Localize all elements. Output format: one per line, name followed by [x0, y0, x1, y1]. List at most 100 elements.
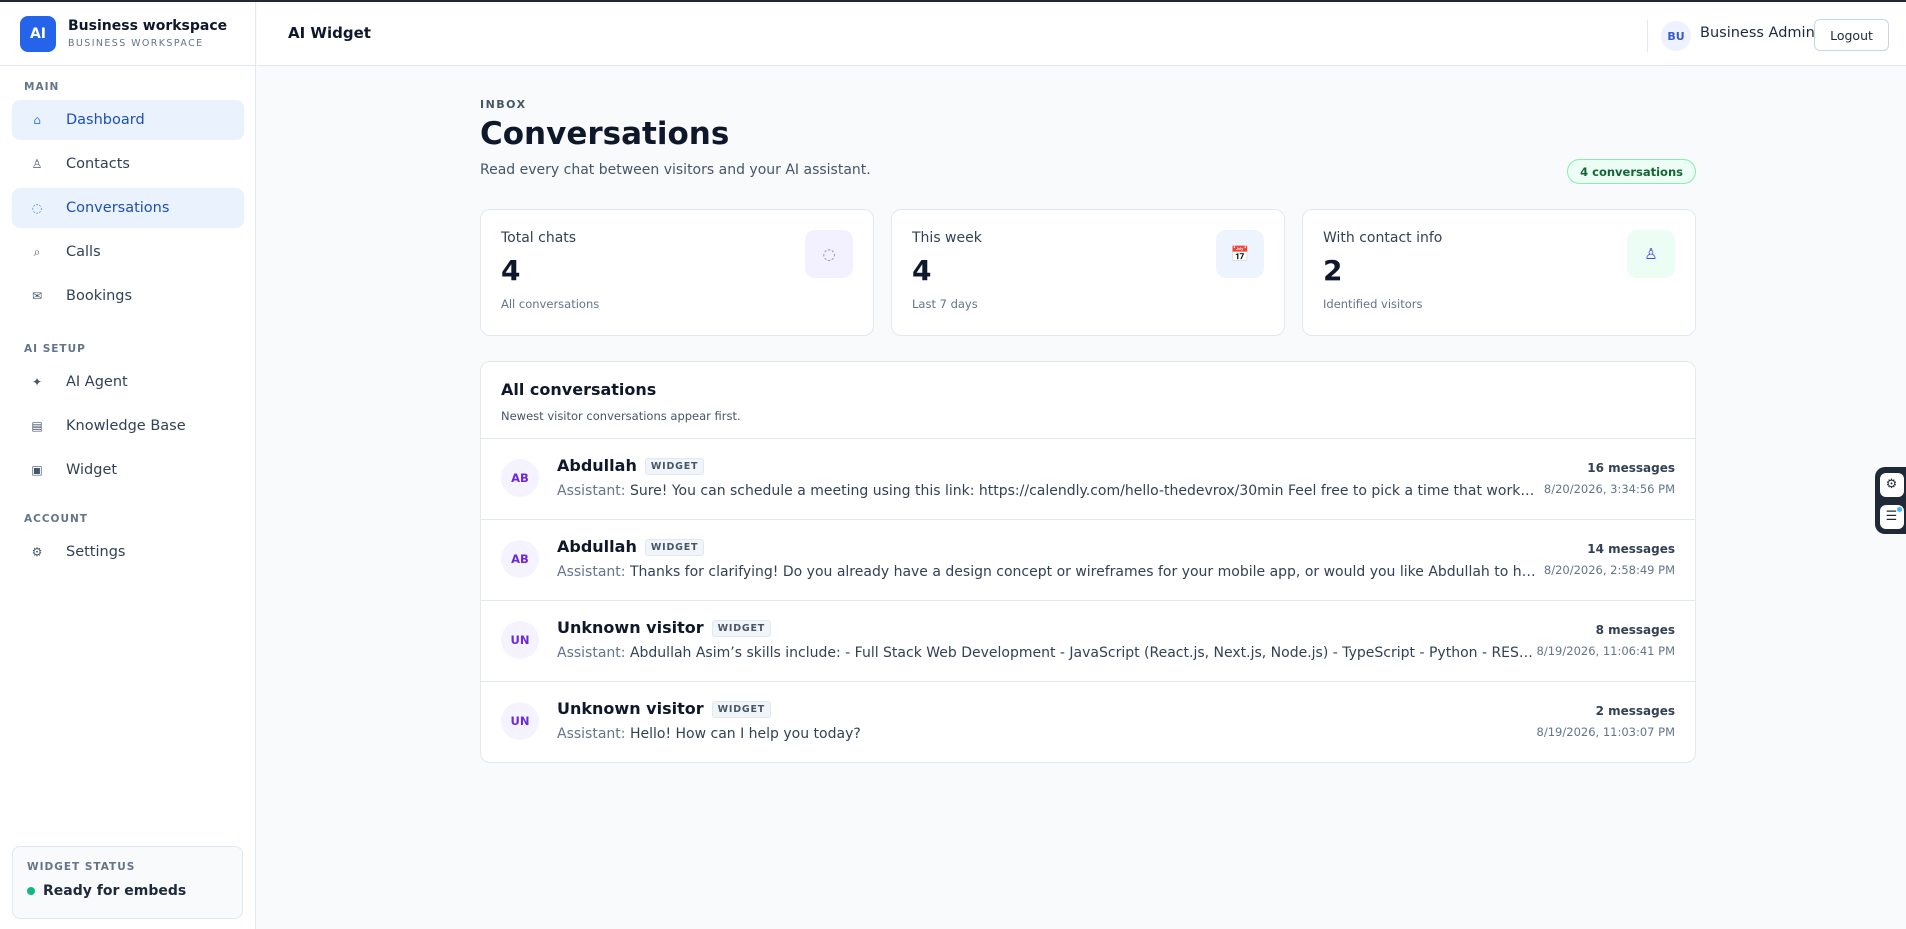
contact-name: Unknown visitor [557, 618, 704, 637]
brand-name: Business workspace [68, 18, 228, 34]
conversation-row[interactable]: AB Abdullah WIDGET Assistant: Thanks for cl… [481, 520, 1695, 601]
widget-status-text: Ready for embeds [43, 883, 187, 899]
sidebar: AI Business workspace BUSINESS WORKSPACE… [0, 2, 256, 929]
menu-icon: ☰ [1885, 509, 1898, 524]
nav-section-label: MAIN [24, 81, 60, 93]
sidebar-item-contacts[interactable]: ♙ Contacts [12, 144, 244, 184]
brand-logo: AI [20, 15, 56, 52]
avatar: UN [501, 702, 539, 740]
page-title: Conversations [480, 116, 730, 152]
message-role: Assistant: [557, 564, 626, 580]
sidebar-item-label: AI Agent [66, 374, 128, 390]
sidebar-item-label: Calls [66, 244, 101, 260]
avatar: AB [501, 459, 539, 497]
source-badge: WIDGET [711, 701, 772, 718]
sidebar-item-conversations[interactable]: ◌ Conversations [12, 188, 244, 228]
status-dot-icon [27, 887, 35, 895]
sidebar-item-bookings[interactable]: ✉ Bookings [12, 276, 244, 316]
stat-card: This week 4 Last 7 days 📅 [891, 209, 1285, 336]
avatar: AB [501, 540, 539, 578]
stat-label: This week [912, 230, 982, 246]
contact-name: Unknown visitor [557, 699, 704, 718]
floating-widget: ⚙ ☰ [1875, 467, 1906, 534]
timestamp: 8/19/2026, 11:03:07 PM [1536, 725, 1675, 739]
book-icon: ▤ [31, 419, 43, 433]
calendar-icon: 📅 [1216, 230, 1264, 278]
sidebar-item-ai-agent[interactable]: ✦ AI Agent [12, 362, 244, 402]
conversation-contact: Abdullah WIDGET [557, 456, 705, 475]
stat-card: Total chats 4 All conversations ◌ [480, 209, 874, 336]
list-subtitle: Newest visitor conversations appear firs… [501, 409, 741, 423]
sidebar-item-label: Contacts [66, 156, 130, 172]
chat-icon: ◌ [31, 201, 43, 215]
nav-group: ⚙ Settings [0, 532, 256, 576]
gear-icon: ⚙ [1885, 477, 1898, 492]
conversation-count-badge: 4 conversations [1567, 159, 1696, 184]
conversation-row[interactable]: UN Unknown visitor WIDGET Assistant: Abdull… [481, 601, 1695, 682]
conversation-contact: Unknown visitor WIDGET [557, 699, 772, 718]
conversation-contact: Abdullah WIDGET [557, 537, 705, 556]
stat-value: 4 [501, 254, 521, 287]
message-preview: Assistant: Abdullah Asim’s skills includ… [557, 645, 1537, 661]
gear-widget-button[interactable]: ⚙ [1879, 472, 1904, 497]
sidebar-item-label: Knowledge Base [66, 418, 186, 434]
sparkle-icon: ✦ [31, 375, 43, 389]
conversation-row[interactable]: UN Unknown visitor WIDGET Assistant: Hello!… [481, 682, 1695, 762]
widget-status-card: WIDGET STATUS Ready for embeds [12, 846, 243, 919]
stat-label: With contact info [1323, 230, 1443, 246]
source-badge: WIDGET [644, 458, 705, 475]
sidebar-item-widget[interactable]: ▣ Widget [12, 450, 244, 490]
sidebar-item-calls[interactable]: ⌕ Calls [12, 232, 244, 272]
contact-name: Abdullah [557, 537, 637, 556]
source-badge: WIDGET [644, 539, 705, 556]
brand-text: Business workspace BUSINESS WORKSPACE [68, 18, 227, 49]
user-icon: ♙ [1627, 230, 1675, 278]
stat-label: Total chats [501, 230, 577, 246]
topbar: AI Widget BU Business Admin Logout [257, 2, 1906, 66]
message-role: Assistant: [557, 483, 626, 499]
user-name[interactable]: Business Admin [1700, 25, 1815, 41]
contact-name: Abdullah [557, 456, 637, 475]
source-badge: WIDGET [711, 620, 772, 637]
brand[interactable]: AI Business workspace BUSINESS WORKSPACE [0, 2, 255, 66]
message-text: Thanks for clarifying! Do you already ha… [629, 564, 1537, 580]
list-header: All conversations Newest visitor convers… [481, 362, 1695, 439]
conversation-row[interactable]: AB Abdullah WIDGET Assistant: Sure! You can… [481, 439, 1695, 520]
stat-caption: Last 7 days [912, 297, 978, 311]
sidebar-item-knowledge-base[interactable]: ▤ Knowledge Base [12, 406, 244, 446]
message-count: 16 messages [1587, 461, 1675, 475]
timestamp: 8/20/2026, 3:34:56 PM [1543, 482, 1675, 496]
stat-card: With contact info 2 Identified visitors ♙ [1302, 209, 1696, 336]
timestamp: 8/20/2026, 2:58:49 PM [1543, 563, 1675, 577]
phone-icon: ⌕ [33, 244, 41, 259]
widget-status-value: Ready for embeds [27, 883, 228, 899]
menu-widget-button[interactable]: ☰ [1879, 504, 1904, 529]
nav-section-label: AI SETUP [24, 343, 86, 355]
message-preview: Assistant: Thanks for clarifying! Do you… [557, 564, 1537, 580]
message-count: 2 messages [1595, 704, 1675, 718]
conversation-contact: Unknown visitor WIDGET [557, 618, 772, 637]
nav-group: ✦ AI Agent ▤ Knowledge Base ▣ Widget [0, 362, 256, 494]
avatar[interactable]: BU [1661, 21, 1691, 51]
sidebar-item-dashboard[interactable]: ⌂ Dashboard [12, 100, 244, 140]
nav-section-label: ACCOUNT [24, 513, 88, 525]
sidebar-item-settings[interactable]: ⚙ Settings [12, 532, 244, 572]
message-text: Abdullah Asim’s skills include: - Full S… [629, 645, 1537, 661]
stat-value: 4 [912, 254, 932, 287]
brand-subtitle: BUSINESS WORKSPACE [68, 38, 204, 49]
calendar-icon: ✉ [31, 289, 43, 303]
gear-icon: ⚙ [31, 545, 43, 559]
user-icon: ♙ [31, 157, 43, 171]
logout-button[interactable]: Logout [1814, 19, 1889, 51]
message-role: Assistant: [557, 645, 626, 661]
page-header-title: AI Widget [288, 24, 371, 42]
page-subtitle: Read every chat between visitors and you… [480, 162, 871, 178]
sidebar-item-label: Bookings [66, 288, 133, 304]
list-title: All conversations [501, 380, 657, 399]
topbar-divider [1647, 20, 1648, 52]
stats-row: Total chats 4 All conversations ◌ This week 4… [480, 209, 1696, 336]
widget-icon: ▣ [31, 463, 43, 477]
stat-value: 2 [1323, 254, 1343, 287]
message-count: 8 messages [1595, 623, 1675, 637]
timestamp: 8/19/2026, 11:06:41 PM [1536, 644, 1675, 658]
